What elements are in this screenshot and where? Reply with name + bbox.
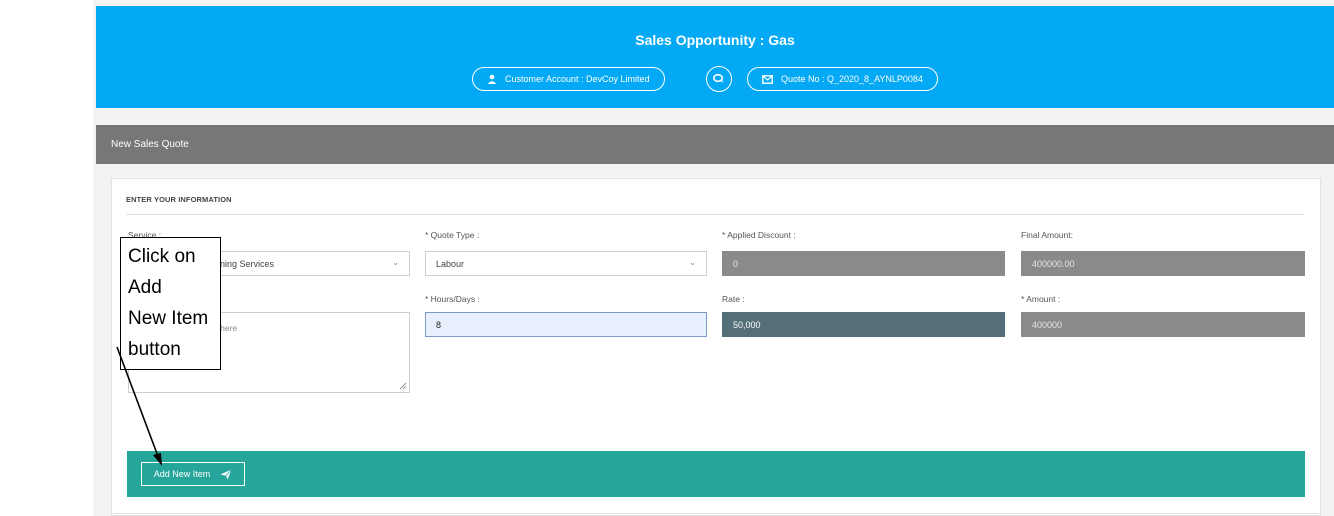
user-icon [487, 74, 497, 84]
applied-discount-label: * Applied Discount : [722, 230, 796, 240]
final-amount-field[interactable]: 400000.00 [1021, 251, 1305, 276]
divider [113, 513, 1319, 514]
chat-button[interactable] [706, 66, 732, 92]
divider [126, 214, 1304, 215]
section-bar-title: New Sales Quote [111, 139, 189, 150]
instruction-callout: Click on Add New Item button [120, 237, 221, 370]
chevron-down-icon: ⌄ [392, 258, 399, 267]
chevron-down-icon: ⌄ [689, 258, 696, 267]
hours-days-input[interactable]: 8 [425, 312, 707, 337]
quote-number-label: Quote No : Q_2020_8_AYNLP0084 [781, 74, 923, 84]
applied-discount-value: 0 [733, 258, 739, 269]
form-section-title: ENTER YOUR INFORMATION [126, 195, 232, 204]
resize-handle-icon[interactable] [399, 382, 407, 390]
opportunity-header: Sales Opportunity : Gas Customer Account… [96, 6, 1334, 108]
action-bar [127, 451, 1305, 497]
rate-field[interactable]: 50,000 [722, 312, 1005, 337]
quote-type-value: Labour [436, 258, 465, 269]
amount-label: * Amount : [1021, 294, 1061, 304]
envelope-icon [762, 74, 773, 84]
customer-account-label: Customer Account : DevCoy Limited [505, 74, 650, 84]
rate-value: 50,000 [733, 319, 761, 330]
paper-plane-icon [220, 468, 233, 479]
new-sales-quote-bar: New Sales Quote [96, 125, 1334, 164]
final-amount-value: 400000.00 [1032, 258, 1075, 269]
final-amount-label: Final Amount: [1021, 230, 1073, 240]
add-new-item-button[interactable]: Add New Item [141, 462, 245, 486]
quote-type-label: * Quote Type : [425, 230, 480, 240]
customer-account-pill[interactable]: Customer Account : DevCoy Limited [472, 67, 665, 91]
quote-number-pill[interactable]: Quote No : Q_2020_8_AYNLP0084 [747, 67, 938, 91]
quote-type-select[interactable]: Labour ⌄ [425, 251, 707, 276]
hours-days-label: * Hours/Days : [425, 294, 480, 304]
callout-line: button [128, 339, 181, 360]
callout-line: New Item [128, 308, 209, 329]
chat-icon [713, 73, 724, 83]
add-new-item-label: Add New Item [153, 469, 211, 479]
rate-label: Rate : [722, 294, 745, 304]
callout-line: Click on Add [128, 246, 196, 298]
amount-field[interactable]: 400000 [1021, 312, 1305, 337]
page-title: Sales Opportunity : Gas [635, 32, 795, 48]
hours-days-value: 8 [436, 319, 442, 330]
amount-value: 400000 [1032, 319, 1063, 330]
applied-discount-field[interactable]: 0 [722, 251, 1005, 276]
